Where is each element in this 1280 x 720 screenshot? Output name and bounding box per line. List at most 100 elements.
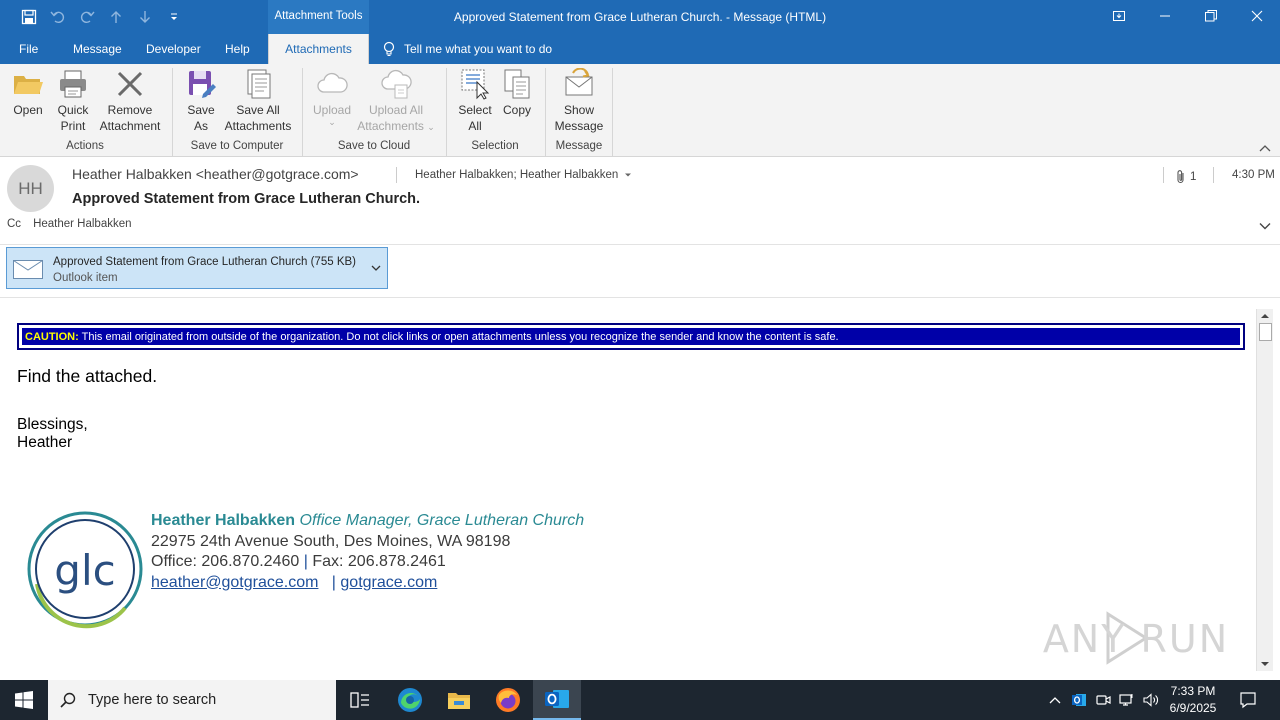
cloud-icon	[315, 68, 349, 100]
group-actions: Actions	[66, 140, 104, 152]
tab-help[interactable]: Help	[220, 34, 255, 64]
attachment-tools-context: Attachment Tools	[268, 0, 369, 34]
copy-button[interactable]: Copy	[499, 68, 535, 118]
tab-developer[interactable]: Developer	[141, 34, 206, 64]
upload-button[interactable]: Upload ⌄	[310, 68, 354, 127]
select-all-label-2: All	[468, 119, 482, 133]
signoff: Heather	[17, 434, 73, 451]
chevron-down-icon[interactable]	[371, 264, 381, 272]
scroll-down-icon[interactable]	[1257, 657, 1273, 671]
message-header: HH Heather Halbakken <heather@gotgrace.c…	[0, 157, 1280, 245]
outlook-tray-icon[interactable]	[1069, 680, 1089, 720]
tell-me-search[interactable]: Tell me what you want to do	[382, 34, 552, 64]
group-save-to-cloud: Save to Cloud	[337, 140, 411, 152]
upload-all-label-2: Attachments	[357, 119, 424, 133]
group-separator	[545, 68, 546, 156]
windows-start-icon[interactable]	[0, 680, 48, 720]
copy-icon	[500, 68, 534, 100]
save-all-label-1: Save All	[236, 103, 280, 117]
tab-attachments[interactable]: Attachments	[268, 34, 369, 64]
select-all-button[interactable]: Select All	[455, 68, 495, 134]
divider	[1163, 167, 1164, 183]
vertical-scrollbar[interactable]	[1256, 309, 1273, 671]
cc-label: Cc	[7, 218, 22, 230]
divider	[1213, 167, 1214, 183]
save-as-label-2: As	[193, 119, 208, 133]
firefox-icon[interactable]	[484, 680, 532, 720]
signature-email-link[interactable]: heather@gotgrace.com	[151, 574, 318, 591]
signature-phone: Office: 206.870.2460	[151, 553, 300, 570]
previous-item-icon[interactable]	[105, 7, 127, 27]
volume-icon[interactable]	[1141, 680, 1161, 720]
avatar: HH	[7, 165, 54, 212]
tab-message[interactable]: Message	[68, 34, 127, 64]
ribbon-tab-bar: File Message Developer Help Attachments	[0, 34, 1280, 64]
undo-icon[interactable]	[47, 7, 69, 27]
group-save-to-computer: Save to Computer	[190, 140, 284, 152]
upload-label: Upload	[312, 103, 352, 117]
signature-name: Heather Halbakken	[151, 512, 296, 529]
chevron-down-icon: ⌄	[328, 117, 336, 127]
closing: Blessings, Heather	[17, 416, 88, 452]
save-as-icon	[184, 68, 218, 100]
scroll-thumb[interactable]	[1259, 323, 1272, 341]
outlook-item-icon	[13, 260, 43, 279]
signature-website-link[interactable]: gotgrace.com	[340, 574, 437, 591]
attachment-item[interactable]: Approved Statement from Grace Lutheran C…	[6, 247, 388, 289]
clock-time: 7:33 PM	[1170, 684, 1216, 698]
anyrun-watermark: ANY RUN	[1043, 611, 1227, 665]
quick-print-button[interactable]: Quick Print	[52, 68, 94, 134]
remove-label-2: Attachment	[99, 119, 161, 133]
network-icon[interactable]	[1117, 680, 1137, 720]
customize-toolbar-icon[interactable]	[163, 7, 185, 27]
title-bar: Attachment Tools Approved Statement from…	[0, 0, 1280, 34]
caution-label: CAUTION:	[25, 331, 79, 343]
signature-address: 22975 24th Avenue South, Des Moines, WA …	[151, 532, 511, 550]
meet-now-icon[interactable]	[1093, 680, 1113, 720]
chevron-down-icon[interactable]	[1259, 221, 1271, 231]
edge-icon[interactable]	[386, 680, 434, 720]
save-all-attachments-button[interactable]: Save All Attachments	[222, 68, 294, 134]
attachment-name: Approved Statement from Grace Lutheran C…	[53, 256, 356, 268]
divider	[396, 167, 397, 183]
collapse-ribbon-icon[interactable]	[1258, 142, 1272, 154]
chevron-down-icon: ⌄	[427, 122, 435, 132]
ribbon-display-options-icon[interactable]	[1096, 0, 1142, 32]
open-label: Open	[13, 103, 43, 117]
cc-recipient[interactable]: Heather Halbakken	[33, 218, 131, 230]
file-explorer-icon[interactable]	[435, 680, 483, 720]
printer-icon	[56, 68, 90, 100]
upload-all-attachments-button[interactable]: Upload All Attachments ⌄	[354, 68, 438, 135]
save-as-button[interactable]: Save As	[183, 68, 219, 134]
show-hidden-icons[interactable]	[1046, 680, 1064, 720]
attachment-count: 1	[1176, 169, 1196, 185]
recipients[interactable]: Heather Halbakken; Heather Halbakken	[415, 169, 632, 181]
taskbar-search[interactable]: Type here to search	[48, 680, 336, 720]
outlook-taskbar-icon[interactable]	[533, 680, 581, 720]
attachment-type: Outlook item	[53, 272, 118, 284]
restore-button[interactable]	[1188, 0, 1234, 32]
email-signature: Heather Halbakken Office Manager, Grace …	[151, 512, 585, 591]
close-button[interactable]	[1234, 0, 1280, 32]
taskbar-clock[interactable]: 7:33 PM 6/9/2025	[1164, 683, 1222, 717]
save-icon[interactable]	[18, 7, 40, 27]
save-all-label-2: Attachments	[224, 119, 292, 133]
open-button[interactable]: Open	[8, 68, 48, 118]
task-view-icon[interactable]	[336, 680, 384, 720]
notification-center-icon[interactable]	[1234, 680, 1262, 720]
scroll-up-icon[interactable]	[1257, 309, 1273, 323]
next-item-icon[interactable]	[134, 7, 156, 27]
tab-file[interactable]: File	[14, 34, 43, 64]
show-message-button[interactable]: Show Message	[552, 68, 606, 134]
group-separator	[446, 68, 447, 156]
redo-icon[interactable]	[76, 7, 98, 27]
body-text: Find the attached.	[17, 366, 158, 386]
minimize-button[interactable]	[1142, 0, 1188, 32]
signature-fax: Fax: 206.878.2461	[312, 553, 446, 570]
ribbon: Open Quick Print Remove Attachment Actio…	[0, 64, 1280, 157]
remove-attachment-button[interactable]: Remove Attachment	[96, 68, 164, 134]
upload-all-label-1: Upload All	[368, 103, 424, 117]
sender[interactable]: Heather Halbakken <heather@gotgrace.com>	[72, 166, 359, 182]
search-placeholder: Type here to search	[88, 692, 217, 708]
cloud-upload-icon	[379, 68, 413, 100]
